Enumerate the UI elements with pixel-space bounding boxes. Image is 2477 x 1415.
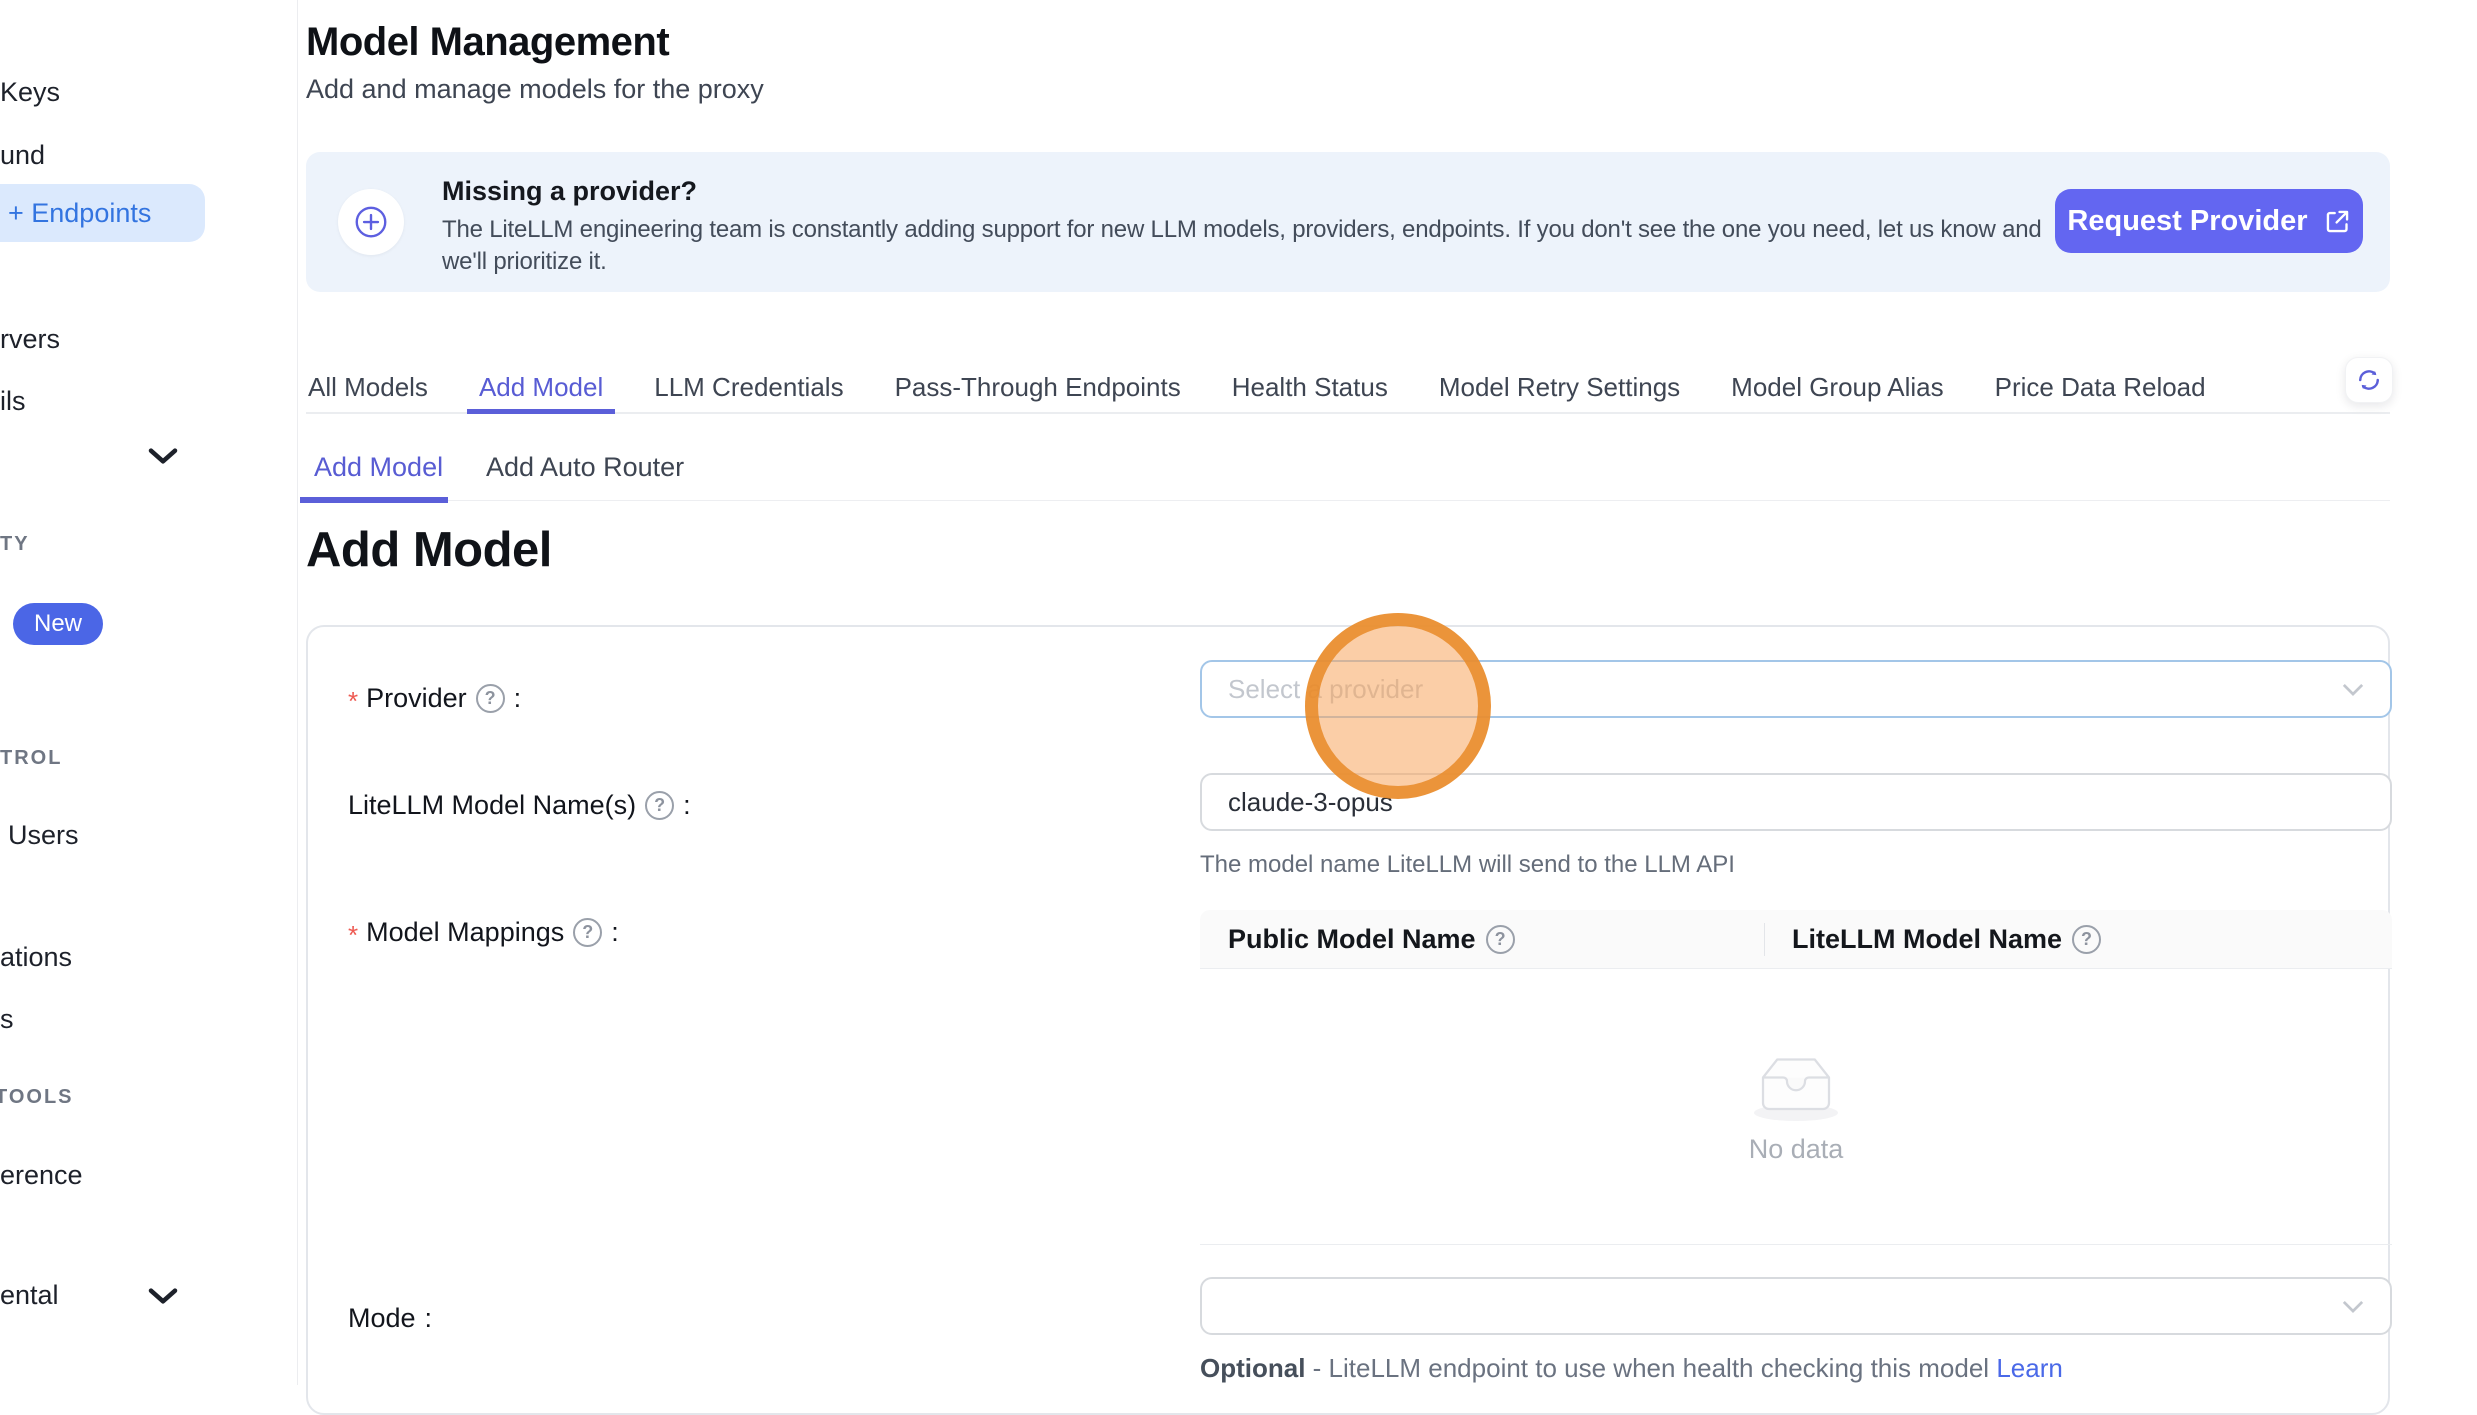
missing-provider-banner: Missing a provider? The LiteLLM engineer… (306, 152, 2390, 292)
model-name-label-text: LiteLLM Model Name(s) (348, 790, 636, 821)
banner-body-line1: The LiteLLM engineering team is constant… (442, 216, 2042, 244)
model-mappings-label: * Model Mappings ? : (348, 917, 619, 948)
column-public-model-name: Public Model Name ? (1200, 910, 1764, 968)
page-subtitle: Add and manage models for the proxy (306, 74, 764, 105)
tab-model-retry-settings[interactable]: Model Retry Settings (1437, 362, 1682, 412)
mode-label-text: Mode (348, 1303, 416, 1334)
sidebar-item-playground[interactable]: und (0, 140, 45, 171)
label-colon: : (425, 1303, 433, 1334)
table-empty-state: No data (1200, 969, 2392, 1245)
model-name-label: LiteLLM Model Name(s) ? : (348, 790, 691, 821)
request-provider-label: Request Provider (2067, 205, 2307, 238)
subtab-divider (306, 500, 2390, 501)
sidebar-item-teams[interactable]: s (0, 1004, 14, 1035)
sidebar-section-label: TOOLS (0, 1086, 74, 1109)
required-asterisk: * (348, 920, 358, 951)
sidebar-item-organizations[interactable]: ations (0, 942, 72, 973)
page-title: Model Management (306, 20, 669, 65)
new-badge[interactable]: New (13, 603, 103, 645)
chevron-down-icon[interactable] (147, 446, 179, 466)
refresh-button[interactable] (2345, 357, 2393, 403)
column-divider (1764, 923, 1765, 956)
model-mappings-label-text: Model Mappings (366, 917, 564, 948)
mode-label: Mode : (348, 1303, 432, 1334)
sidebar-item-label: + Endpoints (8, 198, 151, 229)
sidebar-item-reference[interactable]: erence (0, 1160, 83, 1191)
help-icon[interactable]: ? (573, 918, 602, 947)
model-name-helper: The model name LiteLLM will send to the … (1200, 851, 1735, 879)
column-litellm-model-name: LiteLLM Model Name ? (1764, 910, 2101, 968)
help-icon[interactable]: ? (1486, 925, 1515, 954)
label-colon: : (514, 683, 522, 714)
sidebar-item-experimental[interactable]: ental (0, 1280, 59, 1311)
mode-select[interactable] (1200, 1277, 2392, 1335)
tab-llm-credentials[interactable]: LLM Credentials (652, 362, 845, 412)
banner-title: Missing a provider? (442, 176, 697, 207)
learn-link[interactable]: Learn (1996, 1353, 2063, 1383)
label-colon: : (683, 790, 691, 821)
tab-pass-through-endpoints[interactable]: Pass-Through Endpoints (893, 362, 1183, 412)
add-model-heading: Add Model (306, 522, 552, 578)
table-header: Public Model Name ? LiteLLM Model Name ? (1200, 910, 2392, 969)
sidebar-item-guardrails[interactable]: ils (0, 386, 26, 417)
tab-all-models[interactable]: All Models (306, 362, 430, 412)
model-name-input[interactable]: claude-3-opus (1200, 773, 2392, 831)
mode-helper-bold: Optional (1200, 1353, 1305, 1383)
tab-price-data-reload[interactable]: Price Data Reload (1993, 362, 2208, 412)
request-provider-button[interactable]: Request Provider (2055, 189, 2363, 253)
column-label: LiteLLM Model Name (1792, 924, 2062, 955)
mode-helper: Optional - LiteLLM endpoint to use when … (1200, 1353, 2063, 1384)
help-icon[interactable]: ? (2072, 925, 2101, 954)
help-icon[interactable]: ? (476, 684, 505, 713)
label-colon: : (611, 917, 619, 948)
provider-label: * Provider ? : (348, 683, 521, 714)
empty-inbox-icon (1748, 1049, 1844, 1124)
sidebar: Keys und + Endpoints rvers ils TY New TR… (0, 0, 298, 1385)
plus-circle-icon (338, 189, 404, 255)
mode-helper-text: - LiteLLM endpoint to use when health ch… (1305, 1353, 1996, 1383)
required-asterisk: * (348, 686, 358, 717)
main-content: Model Management Add and manage models f… (306, 0, 2390, 1385)
sidebar-item-keys[interactable]: Keys (0, 77, 60, 108)
chevron-down-icon (2342, 1299, 2364, 1314)
no-data-text: No data (1749, 1134, 1844, 1165)
provider-label-text: Provider (366, 683, 467, 714)
provider-placeholder: Select a provider (1228, 674, 1423, 705)
tab-health-status[interactable]: Health Status (1230, 362, 1390, 412)
tab-add-model[interactable]: Add Model (477, 362, 605, 412)
help-icon[interactable]: ? (645, 791, 674, 820)
sidebar-section-label: TY (0, 533, 30, 556)
add-model-form-card: * Provider ? : Select a provider LiteLLM… (306, 625, 2390, 1415)
sidebar-section-label: TROL (0, 747, 62, 770)
model-name-value: claude-3-opus (1228, 787, 1393, 818)
model-tabs: All Models Add Model LLM Credentials Pas… (306, 362, 2390, 414)
subtab-add-model[interactable]: Add Model (314, 452, 443, 483)
chevron-down-icon (2342, 682, 2364, 697)
external-link-icon (2324, 208, 2351, 235)
subtab-add-auto-router[interactable]: Add Auto Router (486, 452, 684, 483)
sidebar-item-models-endpoints[interactable]: + Endpoints (0, 184, 205, 242)
model-mappings-table: Public Model Name ? LiteLLM Model Name ?… (1200, 910, 2392, 1245)
tab-model-group-alias[interactable]: Model Group Alias (1729, 362, 1945, 412)
provider-select[interactable]: Select a provider (1200, 660, 2392, 718)
banner-body-line2: we'll prioritize it. (442, 248, 607, 276)
sidebar-item-servers[interactable]: rvers (0, 324, 60, 355)
sidebar-item-users[interactable]: Users (8, 820, 79, 851)
chevron-down-icon[interactable] (147, 1286, 179, 1306)
column-label: Public Model Name (1228, 924, 1476, 955)
subtab-active-underline (300, 497, 448, 503)
refresh-icon (2354, 365, 2384, 395)
